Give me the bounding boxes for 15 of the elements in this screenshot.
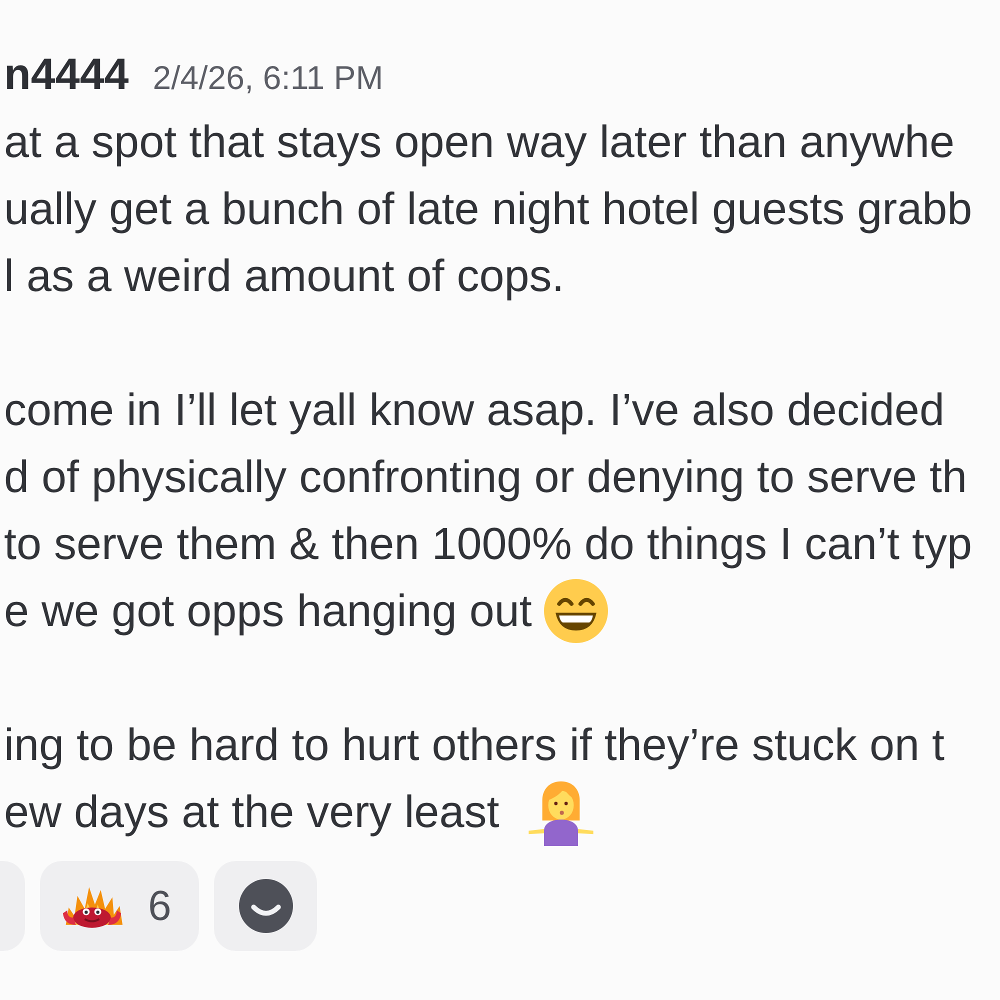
username[interactable]: n4444 — [4, 42, 129, 108]
reaction-chip[interactable]: 6 — [40, 861, 200, 951]
message-text: e we got opps hanging out — [4, 584, 532, 638]
message-text: l as a weird amount of cops. — [4, 249, 564, 303]
add-reaction-button[interactable] — [214, 861, 318, 951]
grinning-face-emoji-icon — [544, 578, 608, 642]
message-text: come in I’ll let yall know asap. I’ve also decided — [4, 383, 944, 437]
message-text: ing to be hard to hurt others if they’re stuck on t — [4, 718, 945, 772]
message-text: at a spot that stays open way later than anywhe — [4, 115, 955, 169]
message-text: d of physically confronting or denying to serve th — [4, 450, 968, 504]
message-timestamp: 2/4/26, 6:11 PM — [152, 58, 384, 98]
message-text: ually get a bunch of late night hotel guests grabb — [4, 182, 972, 236]
smiley-icon — [238, 879, 293, 933]
message-text: to serve them & then 1000% do things I can’t typ — [4, 517, 972, 571]
message-text: ew days at the very least — [4, 785, 500, 839]
